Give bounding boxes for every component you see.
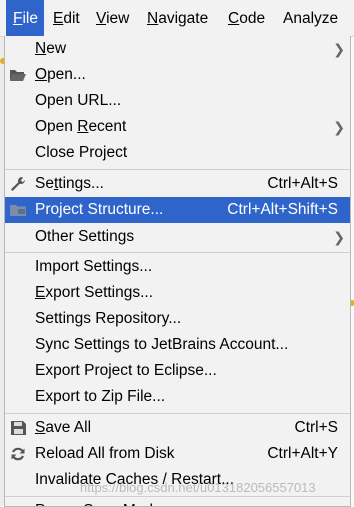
- save-icon: [11, 421, 26, 435]
- menu-item-settings-repository-label: Settings Repository...: [35, 310, 182, 327]
- menu-separator: [5, 413, 350, 414]
- menu-item-reload-all-label: Reload All from Disk: [35, 445, 175, 462]
- menu-item-project-structure-label: Project Structure...: [35, 201, 164, 218]
- menu-item-reload-all[interactable]: Reload All from Disk Ctrl+Alt+Y: [5, 441, 350, 467]
- menu-separator: [5, 496, 350, 497]
- menu-view[interactable]: View: [96, 0, 129, 36]
- menu-item-sync-settings-label: Sync Settings to JetBrains Account...: [35, 336, 289, 353]
- menu-item-export-eclipse[interactable]: Export Project to Eclipse...: [5, 358, 350, 384]
- menu-item-settings-pre: Se: [35, 175, 54, 192]
- menu-item-open-recent-post: ecent: [88, 118, 127, 135]
- menu-file[interactable]: File: [6, 0, 44, 36]
- menu-separator: [5, 169, 350, 170]
- menu-item-invalidate-caches-label: Invalidate Caches / Restart...: [35, 471, 235, 488]
- folder-open-icon: [10, 70, 26, 81]
- menu-separator: [5, 252, 350, 253]
- menu-view-rest: iew: [106, 10, 130, 27]
- menu-item-open-text: pen...: [47, 66, 86, 83]
- chevron-right-icon: ❯: [333, 41, 345, 57]
- menu-item-close-project[interactable]: Close Project: [5, 140, 350, 166]
- menu-item-import-settings-label: Import Settings...: [35, 258, 153, 275]
- chevron-right-icon: ❯: [333, 229, 345, 245]
- menu-bar: File Edit View Navigate Code Analyze: [0, 0, 354, 37]
- chevron-right-icon: ❯: [333, 119, 345, 135]
- menu-navigate-rest: avigate: [158, 10, 209, 27]
- menu-item-invalidate-caches[interactable]: Invalidate Caches / Restart...: [5, 467, 350, 493]
- menu-navigate[interactable]: Navigate: [147, 0, 208, 36]
- menu-item-open-url[interactable]: Open URL...: [5, 88, 350, 114]
- menu-item-export-eclipse-label: Export Project to Eclipse...: [35, 362, 217, 379]
- menu-item-export-zip-label: Export to Zip File...: [35, 388, 166, 405]
- menu-item-close-project-label: Close Project: [35, 144, 128, 161]
- menu-item-save-all-text: ave All: [45, 419, 92, 436]
- menu-item-new-mnemonic: N: [35, 40, 47, 57]
- menu-file-rest: ile: [22, 10, 38, 27]
- menu-item-project-structure-shortcut: Ctrl+Alt+Shift+S: [227, 201, 338, 218]
- menu-code[interactable]: Code: [228, 0, 265, 36]
- menu-item-reload-all-shortcut: Ctrl+Alt+Y: [267, 445, 338, 462]
- project-structure-icon: [10, 205, 26, 216]
- menu-item-project-structure[interactable]: Project Structure... Ctrl+Alt+Shift+S: [5, 197, 350, 223]
- menu-item-open-recent-mnemonic: R: [77, 118, 89, 135]
- menu-navigate-mnemonic: N: [147, 10, 159, 27]
- menu-item-settings-post: tings...: [58, 175, 104, 192]
- menu-item-other-settings[interactable]: Other Settings ❯: [5, 224, 350, 250]
- menu-item-export-settings[interactable]: Export Settings...: [5, 280, 350, 306]
- menu-item-new[interactable]: New ❯: [5, 36, 350, 62]
- menu-edit-mnemonic: E: [53, 10, 64, 27]
- menu-code-rest: ode: [239, 10, 266, 27]
- menu-edit[interactable]: Edit: [53, 0, 80, 36]
- file-menu-dropdown: New ❯ Open... Open URL... Open Recent ❯ …: [4, 36, 351, 507]
- menu-code-mnemonic: C: [228, 10, 240, 27]
- menu-item-other-settings-label: Other Settings: [35, 228, 135, 245]
- menu-item-open-recent-pre: Open: [35, 118, 78, 135]
- wrench-icon: [11, 177, 25, 191]
- menu-item-sync-settings[interactable]: Sync Settings to JetBrains Account...: [5, 332, 350, 358]
- menu-item-export-settings-mnemonic: E: [35, 284, 46, 301]
- menu-item-export-settings-text: xport Settings...: [45, 284, 154, 301]
- menu-item-open[interactable]: Open...: [5, 62, 350, 88]
- menu-item-import-settings[interactable]: Import Settings...: [5, 254, 350, 280]
- menu-analyze-label: Analyze: [283, 10, 339, 27]
- menu-item-save-all-shortcut: Ctrl+S: [294, 419, 339, 436]
- menu-edit-rest: dit: [63, 10, 80, 27]
- menu-item-new-text: ew: [46, 40, 67, 57]
- menu-item-open-recent[interactable]: Open Recent ❯: [5, 114, 350, 140]
- menu-item-open-mnemonic: O: [35, 66, 48, 83]
- menu-item-open-url-label: Open URL...: [35, 92, 122, 109]
- menu-item-save-all-mnemonic: S: [35, 419, 46, 436]
- reload-icon: [11, 447, 25, 461]
- menu-item-settings[interactable]: Settings... Ctrl+Alt+S: [5, 171, 350, 197]
- menu-item-export-zip[interactable]: Export to Zip File...: [5, 384, 350, 410]
- menu-analyze[interactable]: Analyze: [283, 0, 338, 36]
- menu-item-settings-shortcut: Ctrl+Alt+S: [267, 175, 338, 192]
- menu-item-save-all[interactable]: Save All Ctrl+S: [5, 415, 350, 441]
- menu-item-settings-repository[interactable]: Settings Repository...: [5, 306, 350, 332]
- menu-view-mnemonic: V: [96, 10, 107, 27]
